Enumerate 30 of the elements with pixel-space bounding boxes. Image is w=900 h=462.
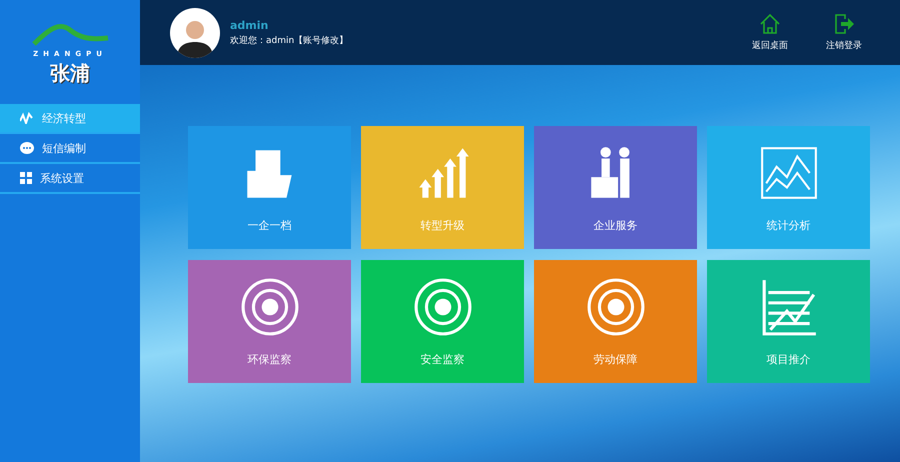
sidebar-item[interactable]: 经济转型: [0, 104, 140, 134]
tile-label: 项目推介: [766, 352, 810, 367]
grid-icon: [20, 172, 32, 184]
tile-label: 转型升级: [420, 218, 464, 233]
menu-tile[interactable]: 统计分析: [707, 126, 870, 249]
tile-label: 环保监察: [248, 352, 292, 367]
round-emblem-icon: [584, 276, 646, 338]
logo-title: 张浦: [50, 60, 90, 86]
account-edit-link[interactable]: 【账号修改】: [294, 34, 348, 46]
tile-label: 安全监察: [420, 352, 464, 367]
menu-tile[interactable]: 劳动保障: [534, 260, 697, 383]
menu-tile[interactable]: 企业服务: [534, 126, 697, 249]
header-action[interactable]: 注销登录: [826, 13, 862, 52]
tile-label: 统计分析: [766, 218, 810, 233]
tile-label: 劳动保障: [594, 352, 638, 367]
tile-label: 企业服务: [594, 218, 638, 233]
welcome-text: 欢迎您：admin: [230, 34, 294, 46]
menu-tile[interactable]: 项目推介: [707, 260, 870, 383]
chat-bubble-icon: [20, 142, 34, 154]
menu-tile[interactable]: 一企一档: [188, 126, 351, 249]
home-icon: [759, 13, 781, 35]
round-emblem-icon: [412, 276, 474, 338]
menu-tile[interactable]: 安全监察: [361, 260, 524, 383]
tile-label: 一企一档: [248, 218, 292, 233]
pulse-icon: [20, 112, 34, 124]
round-emblem-icon: [238, 276, 300, 338]
logout-icon: [833, 13, 855, 35]
header-action[interactable]: 返回桌面: [752, 13, 788, 52]
user-name: admin: [230, 18, 270, 32]
menu-tile[interactable]: 环保监察: [188, 260, 351, 383]
